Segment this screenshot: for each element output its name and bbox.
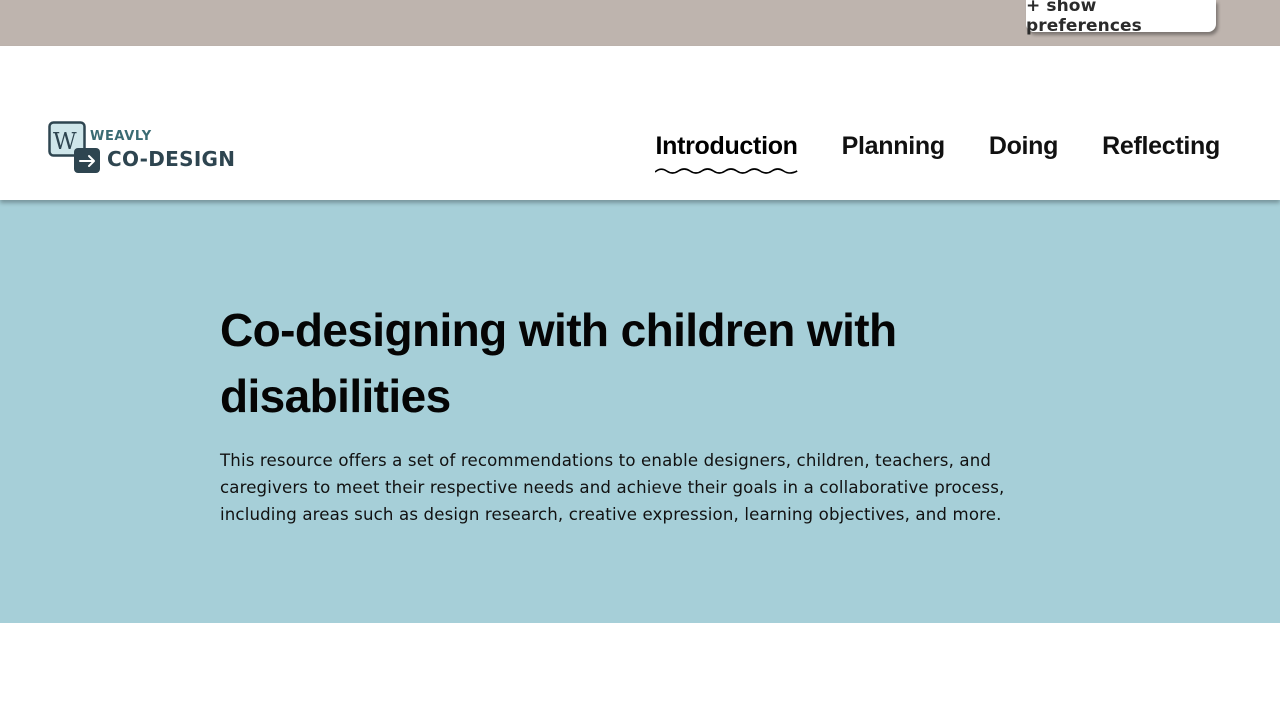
nav-item-planning[interactable]: Planning <box>842 128 945 164</box>
nav-item-label: Planning <box>841 132 945 160</box>
site-header: W WEAVLY CO-DESIGN Introduction Planning… <box>0 46 1280 200</box>
nav-item-introduction[interactable]: Introduction <box>655 128 798 174</box>
logo-text-codesign: CO-DESIGN <box>107 147 236 171</box>
hero-description: This resource offers a set of recommenda… <box>220 451 1005 524</box>
nav-item-label: Reflecting <box>1102 132 1220 160</box>
hero-title: Co-designing with children with disabili… <box>220 304 897 422</box>
nav-item-doing[interactable]: Doing <box>988 128 1059 164</box>
main-nav: Introduction Planning Doing Reflecting <box>655 128 1220 178</box>
active-wavy-underline <box>655 168 798 174</box>
preferences-bar: + show preferences <box>0 0 1280 46</box>
nav-item-reflecting[interactable]: Reflecting <box>1102 128 1220 164</box>
hero-section: Co-designing with children with disabili… <box>0 200 1280 623</box>
site-logo[interactable]: W WEAVLY CO-DESIGN <box>48 121 248 175</box>
logo-text-weavly: WEAVLY <box>90 129 152 144</box>
nav-item-label: Doing <box>988 132 1059 160</box>
svg-text:W: W <box>53 129 77 155</box>
nav-item-label: Introduction <box>655 132 798 160</box>
show-preferences-button[interactable]: + show preferences <box>1026 0 1216 36</box>
